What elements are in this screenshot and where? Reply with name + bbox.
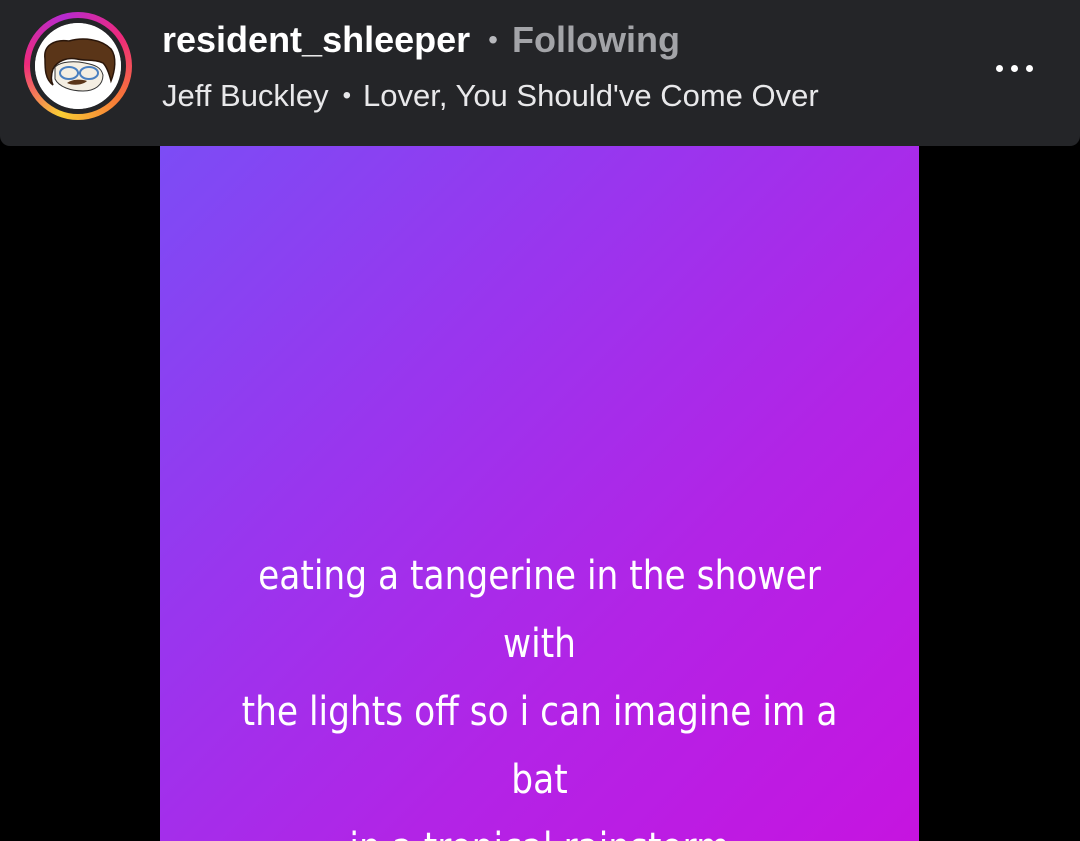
story-text-line: the lights off so i can imagine im a bat: [241, 689, 838, 803]
more-horizontal-icon: [995, 64, 1003, 72]
story-text: eating a tangerine in the shower with th…: [239, 542, 840, 841]
story-viewer: resident_shleeper • Following Jeff Buckl…: [0, 0, 1080, 841]
music-artist: Jeff Buckley: [162, 78, 329, 113]
separator-dot: •: [488, 24, 498, 55]
music-attribution[interactable]: Jeff Buckley • Lover, You Should've Come…: [162, 76, 819, 116]
story-text-line: eating a tangerine in the shower with: [258, 553, 821, 667]
following-status[interactable]: Following: [512, 19, 680, 61]
story-header: resident_shleeper • Following Jeff Buckl…: [0, 0, 1080, 146]
story-content[interactable]: eating a tangerine in the shower with th…: [160, 146, 919, 841]
avatar[interactable]: [35, 23, 121, 109]
avatar-story-ring[interactable]: [24, 12, 132, 120]
more-options-button[interactable]: [984, 48, 1044, 88]
music-song-title: Lover, You Should've Come Over: [362, 78, 819, 113]
story-text-line: in a tropical rainstorm: [239, 814, 840, 841]
username-link[interactable]: resident_shleeper: [162, 19, 470, 61]
music-separator-dot: •: [342, 82, 351, 109]
header-title-row: resident_shleeper • Following: [162, 18, 680, 62]
avatar-drawing-icon: [35, 23, 121, 109]
